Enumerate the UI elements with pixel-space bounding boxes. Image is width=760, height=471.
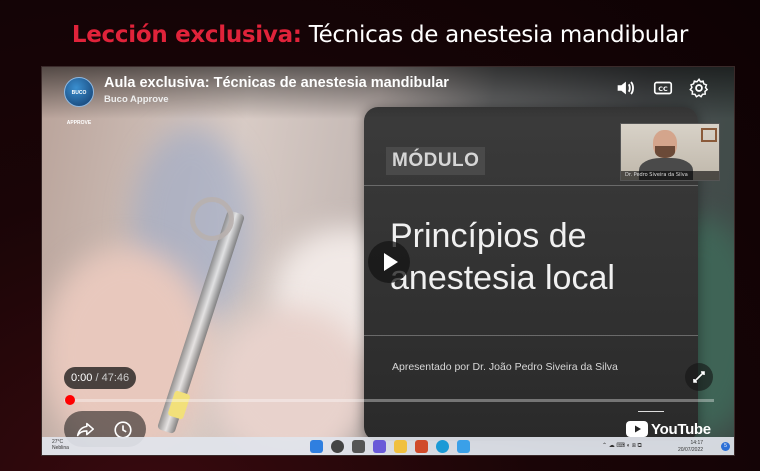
folder-icon bbox=[394, 440, 407, 453]
taskbar-weather: 27°C Neblina bbox=[52, 439, 69, 451]
notification-badge: 5 bbox=[721, 442, 730, 451]
video-player[interactable]: MÓDULO Princípios de anestesia local Apr… bbox=[41, 66, 735, 456]
time-separator: / bbox=[92, 372, 102, 384]
slide-module-label: MÓDULO bbox=[386, 147, 486, 175]
youtube-logo[interactable]: YouTube bbox=[626, 419, 711, 439]
background-blur bbox=[212, 307, 372, 455]
system-tray: ⌃ ☁ ⌨ ◐ ⧈ ⧉ bbox=[602, 443, 642, 449]
channel-avatar[interactable]: BUCO APPROVE bbox=[64, 77, 94, 126]
slide-divider bbox=[364, 335, 698, 336]
task-view-icon bbox=[352, 440, 365, 453]
page-heading: Lección exclusiva: Técnicas de anestesia… bbox=[0, 22, 760, 48]
progress-scrubber[interactable] bbox=[65, 395, 75, 405]
fullscreen-button[interactable] bbox=[685, 363, 713, 391]
slide-title: Princípios de anestesia local bbox=[390, 215, 690, 299]
cc-icon[interactable]: CC bbox=[652, 77, 674, 99]
slide-title-line2: anestesia local bbox=[390, 259, 615, 297]
heading-accent: Lección exclusiva: bbox=[71, 22, 302, 48]
duration: 47:46 bbox=[101, 372, 130, 384]
search-icon bbox=[331, 440, 344, 453]
presenter-webcam: Dr. Pedro Siveira da Silva bbox=[620, 123, 720, 181]
teams-icon bbox=[373, 440, 386, 453]
video-title[interactable]: Aula exclusiva: Técnicas de anestesia ma… bbox=[104, 75, 449, 91]
webcam-background-frame bbox=[701, 128, 717, 142]
webcam-label: Dr. Pedro Siveira da Silva bbox=[621, 171, 719, 180]
taskbar-clock: 14:17 20/07/2022 bbox=[678, 440, 703, 454]
taskbar-time: 14:17 bbox=[690, 440, 704, 446]
slide-presenter: Apresentado por Dr. João Pedro Siveira d… bbox=[392, 361, 618, 373]
channel-name[interactable]: Buco Approve bbox=[104, 94, 169, 105]
syringe-ring-image bbox=[190, 197, 234, 241]
fullscreen-icon bbox=[693, 371, 705, 383]
heading-text: Técnicas de anestesia mandibular bbox=[301, 22, 689, 48]
play-icon bbox=[384, 253, 398, 271]
recorded-taskbar: 27°C Neblina ⌃ ☁ ⌨ ◐ ⧈ ⧉ 14:17 20/07/202… bbox=[42, 437, 734, 455]
gear-icon[interactable] bbox=[688, 77, 710, 99]
volume-icon[interactable] bbox=[614, 77, 636, 99]
slide-divider bbox=[364, 185, 698, 186]
time-display: 0:00 / 47:46 bbox=[64, 367, 137, 389]
weather-desc: Neblina bbox=[52, 445, 69, 451]
svg-text:CC: CC bbox=[658, 85, 668, 93]
youtube-logo-text: YouTube bbox=[651, 420, 711, 438]
current-time: 0:00 bbox=[71, 372, 93, 384]
chat-icon bbox=[457, 440, 470, 453]
slide-arrow-decoration bbox=[638, 411, 664, 412]
progress-bar[interactable] bbox=[64, 399, 714, 402]
windows-start-icon bbox=[310, 440, 323, 453]
slide-title-line1: Princípios de bbox=[390, 217, 587, 255]
edge-icon bbox=[436, 440, 449, 453]
youtube-play-icon bbox=[626, 421, 648, 437]
office-icon bbox=[415, 440, 428, 453]
play-button[interactable] bbox=[368, 241, 410, 283]
webcam-person-beard bbox=[655, 146, 675, 158]
taskbar-date: 20/07/2022 bbox=[678, 447, 704, 453]
taskbar-apps bbox=[310, 440, 470, 453]
